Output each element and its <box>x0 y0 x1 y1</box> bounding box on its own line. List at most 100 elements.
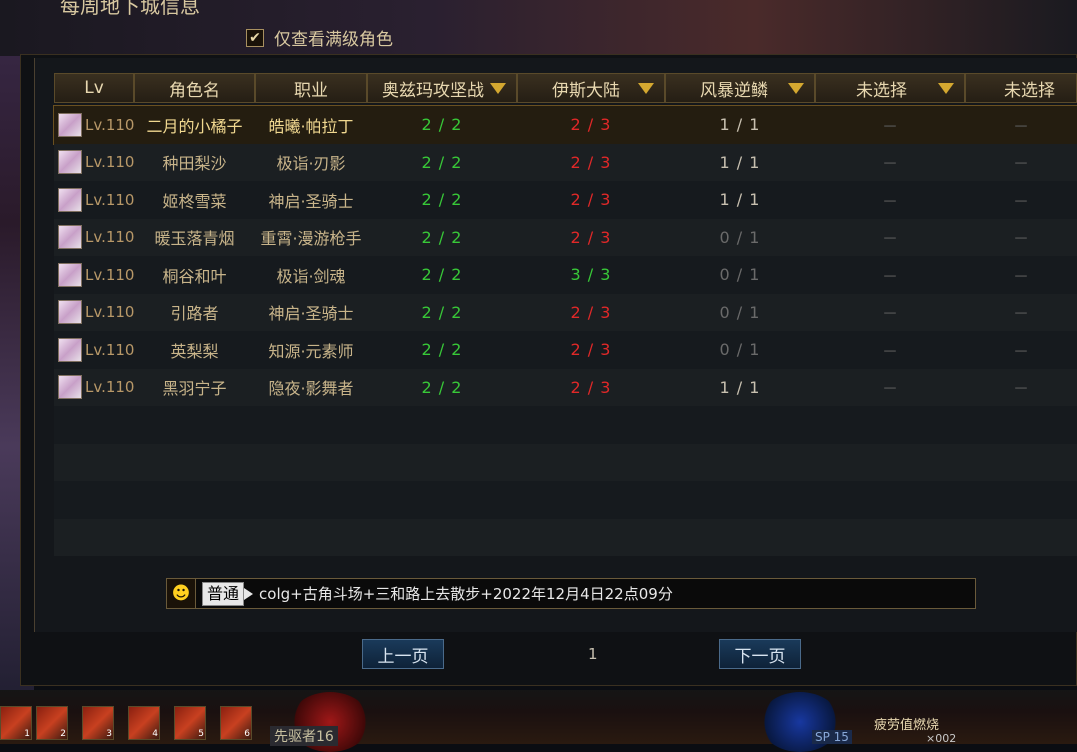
prev-page-button[interactable]: 上一页 <box>362 639 444 669</box>
dropdown-arrow-icon[interactable] <box>490 83 506 94</box>
skill-slot[interactable]: 1 <box>0 706 32 740</box>
col-header-dungeon-5[interactable]: 未选择 <box>965 73 1077 103</box>
unselected-2-count: － <box>1012 266 1029 286</box>
table-row[interactable]: Lv.110 桐谷和叶 极诣·剑魂 2 / 2 3 / 3 0 / 1 － － <box>54 256 1077 294</box>
isys-count: 2 / 3 <box>570 190 612 210</box>
isys-count: 2 / 3 <box>570 227 612 247</box>
level-text: Lv.110 <box>85 153 135 172</box>
avatar <box>58 150 82 175</box>
character-table-body: Lv.110 二月的小橘子 皓曦·帕拉丁 2 / 2 2 / 3 1 / 1 －… <box>53 105 1077 556</box>
col-header-name[interactable]: 角色名 <box>134 73 255 103</box>
character-name: 种田梨沙 <box>162 154 227 174</box>
avatar <box>58 225 82 250</box>
character-job: 隐夜·影舞者 <box>268 379 354 399</box>
character-job: 皓曦·帕拉丁 <box>268 116 354 136</box>
ozma-count: 2 / 2 <box>421 190 463 210</box>
filter-checkbox[interactable]: ✔ <box>246 28 264 47</box>
isys-count: 2 / 3 <box>570 302 612 322</box>
unselected-2-count: － <box>1012 379 1029 399</box>
table-row[interactable]: Lv.110 姬柊雪菜 神启·圣骑士 2 / 2 2 / 3 1 / 1 － － <box>54 181 1077 219</box>
avatar <box>58 300 82 325</box>
unselected-2-count: － <box>1012 154 1029 174</box>
window-title: 每周地下城信息 <box>60 0 200 18</box>
storm-count: 0 / 1 <box>719 227 761 247</box>
character-job: 重霄·漫游枪手 <box>260 229 362 249</box>
level-cell: Lv.110 <box>54 219 134 257</box>
level-text: Lv.110 <box>85 115 135 134</box>
ozma-count: 2 / 2 <box>421 377 463 397</box>
empty-row <box>54 481 1077 519</box>
emoji-icon[interactable]: ☻ <box>167 579 196 608</box>
page-number: 1 <box>588 645 598 663</box>
col-header-dungeon-1[interactable]: 奥兹玛攻坚战 <box>367 73 517 103</box>
dropdown-arrow-icon[interactable] <box>788 83 804 94</box>
sp-indicator: SP 15 <box>812 730 852 744</box>
skill-slot[interactable]: 3 <box>82 706 114 740</box>
isys-count: 2 / 3 <box>570 377 612 397</box>
ozma-count: 2 / 2 <box>421 302 463 322</box>
unselected-1-count: － <box>881 191 898 211</box>
col-header-dungeon-2-label: 伊斯大陆 <box>552 80 620 101</box>
isys-count: 2 / 3 <box>570 340 612 360</box>
empty-row <box>54 518 1077 556</box>
col-header-dungeon-3-label: 风暴逆鳞 <box>700 80 768 101</box>
unselected-1-count: － <box>881 379 898 399</box>
skill-slot[interactable]: 5 <box>174 706 206 740</box>
avatar <box>58 112 82 137</box>
hotkey-label: 4 <box>152 729 158 739</box>
storm-count: 1 / 1 <box>719 152 761 172</box>
next-page-button[interactable]: 下一页 <box>719 639 801 669</box>
skill-slot[interactable]: 6 <box>220 706 252 740</box>
level-cell: Lv.110 <box>54 294 134 332</box>
table-row[interactable]: Lv.110 英梨梨 知源·元素师 2 / 2 2 / 3 0 / 1 － － <box>54 331 1077 369</box>
chat-channel[interactable]: 普通 <box>202 581 245 606</box>
table-row[interactable]: Lv.110 种田梨沙 极诣·刃影 2 / 2 2 / 3 1 / 1 － － <box>54 143 1077 182</box>
table-row[interactable]: Lv.110 黑羽宁子 隐夜·影舞者 2 / 2 2 / 3 1 / 1 － － <box>54 368 1077 406</box>
character-name: 暖玉落青烟 <box>154 229 235 249</box>
isys-count: 3 / 3 <box>570 265 612 285</box>
empty-row <box>54 443 1077 481</box>
channel-arrow-icon <box>244 587 254 600</box>
skill-slot[interactable]: 2 <box>36 706 68 740</box>
unselected-1-count: － <box>881 154 898 174</box>
character-name: 桐谷和叶 <box>162 266 227 286</box>
character-job: 神启·圣骑士 <box>268 304 354 324</box>
empty-row <box>54 406 1077 444</box>
level-cell: Lv.110 <box>54 144 134 182</box>
level-text: Lv.110 <box>85 340 135 359</box>
max-level-filter[interactable]: ✔ 仅查看满级角色 <box>246 25 393 50</box>
isys-count: 2 / 3 <box>570 115 612 135</box>
ozma-count: 2 / 2 <box>421 152 463 172</box>
table-row[interactable]: Lv.110 引路者 神启·圣骑士 2 / 2 2 / 3 0 / 1 － － <box>54 293 1077 332</box>
dropdown-arrow-icon[interactable] <box>938 83 954 94</box>
hotkey-label: 3 <box>106 729 112 739</box>
character-name: 英梨梨 <box>170 341 219 361</box>
avatar <box>58 375 82 400</box>
col-header-dungeon-4[interactable]: 未选择 <box>815 73 965 103</box>
col-header-dungeon-3[interactable]: 风暴逆鳞 <box>665 73 815 103</box>
table-row[interactable]: Lv.110 暖玉落青烟 重霄·漫游枪手 2 / 2 2 / 3 0 / 1 －… <box>54 218 1077 257</box>
character-job: 极诣·剑魂 <box>276 266 346 286</box>
unselected-2-count: － <box>1012 229 1029 249</box>
unselected-2-count: － <box>1012 304 1029 324</box>
col-header-dungeon-2[interactable]: 伊斯大陆 <box>517 73 665 103</box>
skill-slot[interactable]: 4 <box>128 706 160 740</box>
unselected-2-count: － <box>1012 191 1029 211</box>
table-row[interactable]: Lv.110 二月的小橘子 皓曦·帕拉丁 2 / 2 2 / 3 1 / 1 －… <box>53 105 1077 145</box>
col-header-lv[interactable]: Lv <box>54 73 134 103</box>
col-header-job[interactable]: 职业 <box>255 73 367 103</box>
unselected-1-count: － <box>881 341 898 361</box>
isys-count: 2 / 3 <box>570 152 612 172</box>
hotkey-label: 6 <box>244 729 250 739</box>
unselected-2-count: － <box>1012 116 1029 136</box>
chat-bar[interactable]: ☻ 普通 colg+古角斗场+三和路上去散步+2022年12月4日22点09分 <box>166 578 976 609</box>
hotkey-label: 2 <box>60 729 66 739</box>
character-job: 知源·元素师 <box>268 341 354 361</box>
col-header-dungeon-1-label: 奥兹玛攻坚战 <box>382 80 484 101</box>
fatigue-burn-label[interactable]: 疲劳值燃烧 <box>874 714 939 733</box>
unselected-1-count: － <box>881 266 898 286</box>
col-header-dungeon-4-label: 未选择 <box>856 80 907 101</box>
character-name: 二月的小橘子 <box>146 116 243 136</box>
character-job: 极诣·刃影 <box>276 154 346 174</box>
dropdown-arrow-icon[interactable] <box>638 83 654 94</box>
